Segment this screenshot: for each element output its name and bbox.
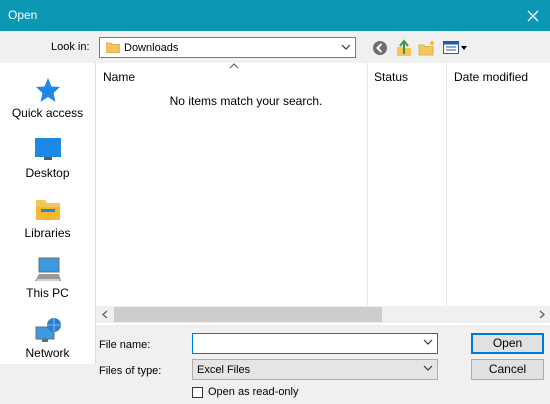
network-icon (35, 318, 61, 342)
cancel-button[interactable]: Cancel (471, 359, 544, 380)
chevron-down-icon (423, 365, 433, 371)
lookin-value: Downloads (124, 42, 179, 54)
place-label: Network (25, 346, 70, 360)
place-libraries[interactable]: Libraries (0, 195, 95, 253)
folder-icon (106, 42, 120, 53)
window-title: Open (8, 8, 38, 22)
sort-ascending-icon (229, 63, 239, 69)
place-network[interactable]: Network (0, 315, 95, 373)
open-button[interactable]: Open (471, 333, 544, 354)
empty-message: No items match your search. (169, 94, 323, 108)
title-bar: Open (0, 0, 550, 31)
file-list[interactable]: Name Status Date modified No items match… (96, 63, 550, 325)
back-button[interactable] (370, 38, 390, 58)
scroll-left-button[interactable] (96, 308, 113, 321)
view-menu-button[interactable] (442, 38, 468, 58)
back-icon (373, 41, 387, 55)
scrollbar-thumb[interactable] (114, 307, 382, 322)
lookin-label: Look in: (51, 41, 90, 53)
chevron-right-icon (539, 310, 545, 319)
new-folder-icon (418, 40, 435, 56)
place-label: Libraries (24, 226, 71, 240)
libraries-icon (36, 200, 60, 220)
desktop-icon (35, 138, 61, 160)
place-label: Desktop (25, 166, 70, 180)
place-this-pc[interactable]: This PC (0, 255, 95, 313)
place-label: Quick access (11, 106, 84, 120)
place-quick-access[interactable]: Quick access (0, 75, 95, 133)
place-label: This PC (26, 286, 69, 300)
new-folder-button[interactable] (417, 38, 437, 58)
filetype-dropdown[interactable]: Excel Files (192, 359, 438, 380)
column-divider[interactable] (446, 63, 447, 306)
filename-input[interactable] (192, 333, 438, 354)
chevron-down-icon[interactable] (423, 337, 433, 347)
place-desktop[interactable]: Desktop (0, 135, 95, 193)
filetype-value: Excel Files (197, 364, 251, 376)
lookin-dropdown[interactable]: Downloads (99, 37, 356, 58)
close-button[interactable] (516, 0, 550, 31)
places-bar: Quick access Desktop Libraries This PC N… (0, 63, 96, 364)
chevron-down-icon (341, 44, 351, 50)
filename-label: File name: (99, 339, 151, 351)
column-header-date-modified[interactable]: Date modified (454, 70, 528, 84)
computer-icon (35, 257, 61, 281)
star-icon (36, 78, 60, 102)
up-folder-button[interactable] (394, 38, 414, 58)
column-header-status[interactable]: Status (374, 70, 408, 84)
checkbox-box[interactable] (192, 387, 203, 398)
close-icon (527, 10, 539, 21)
chevron-left-icon (101, 310, 107, 319)
scroll-right-button[interactable] (533, 308, 550, 321)
readonly-label: Open as read-only (208, 386, 299, 398)
up-folder-icon (397, 39, 411, 56)
horizontal-scrollbar[interactable] (96, 306, 550, 323)
filetype-label: Files of type: (99, 365, 162, 377)
column-header-name[interactable]: Name (103, 70, 135, 84)
view-menu-icon (443, 41, 467, 54)
